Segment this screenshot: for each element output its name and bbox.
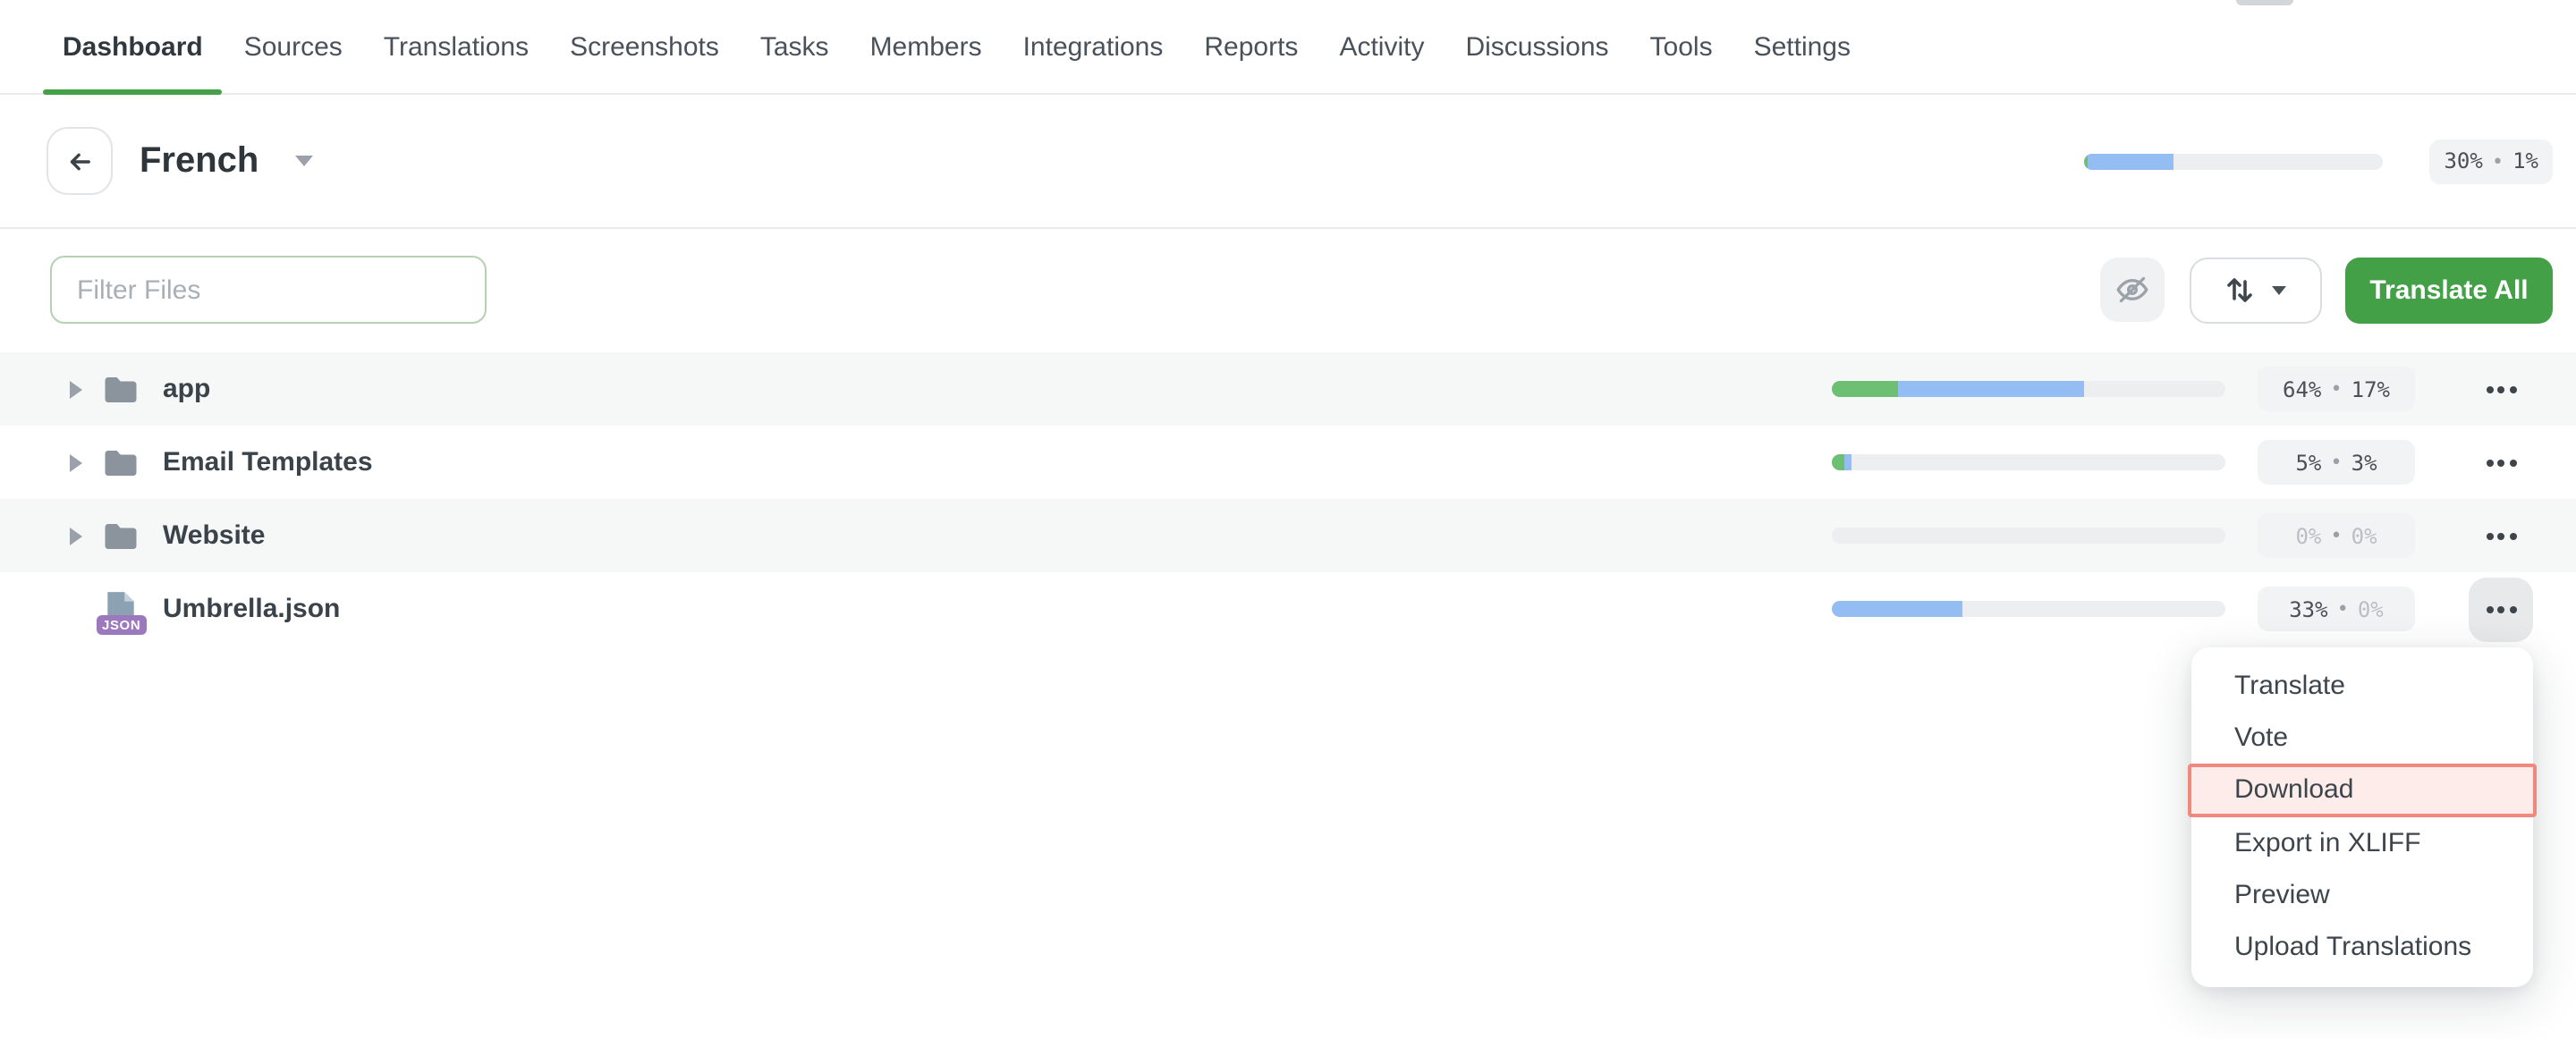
translated-percent: 33% (2289, 596, 2327, 621)
approved-percent: 3% (2351, 450, 2377, 475)
menu-item-upload-translations[interactable]: Upload Translations (2191, 921, 2533, 973)
language-progress-badge: 30% • 1% (2429, 139, 2553, 183)
nav-tab-reports[interactable]: Reports (1184, 0, 1318, 93)
file-progress-badge: 0% • 0% (2258, 513, 2415, 558)
menu-item-download[interactable]: Download (2191, 767, 2533, 814)
nav-tab-translations[interactable]: Translations (364, 0, 548, 93)
ellipsis-icon (2486, 385, 2516, 393)
translated-progress-segment (1899, 381, 2084, 397)
page-title: French (140, 140, 258, 182)
row-menu-button[interactable] (2469, 430, 2533, 494)
file-progress-badge: 33% • 0% (2258, 587, 2415, 631)
eye-off-icon (2114, 272, 2150, 308)
approved-percent: 0% (2358, 596, 2384, 621)
expand-folder-icon[interactable] (70, 453, 84, 471)
translated-percent: 5% (2295, 450, 2321, 475)
toggle-hidden-files-button[interactable] (2100, 258, 2165, 322)
menu-item-translate[interactable]: Translate (2191, 660, 2533, 712)
nav-tab-tools[interactable]: Tools (1631, 0, 1733, 93)
menu-item-preview[interactable]: Preview (2191, 869, 2533, 921)
dot-separator: • (2492, 149, 2504, 173)
sort-files-button[interactable] (2190, 257, 2322, 323)
translated-progress-segment (2088, 153, 2174, 169)
row-menu-button[interactable] (2469, 503, 2533, 568)
folder-icon (102, 512, 141, 559)
project-nav: Dashboard Sources Translations Screensho… (0, 0, 2576, 95)
row-menu-button[interactable] (2469, 357, 2533, 421)
file-name[interactable]: Email Templates (163, 447, 373, 477)
file-name[interactable]: Website (163, 520, 266, 551)
arrow-left-icon (64, 146, 95, 176)
project-dashboard-page: Dashboard Sources Translations Screensho… (0, 0, 2576, 1039)
approved-percent: 0% (2351, 523, 2377, 548)
nav-tab-settings[interactable]: Settings (1734, 0, 1870, 93)
dot-separator: • (2330, 451, 2342, 474)
dot-separator: • (2337, 597, 2349, 621)
sort-arrows-icon (2225, 274, 2254, 306)
menu-item-vote[interactable]: Vote (2191, 712, 2533, 764)
menu-item-export-xliff[interactable]: Export in XLIFF (2191, 817, 2533, 869)
file-row-app[interactable]: app 64% • 17% (0, 352, 2576, 426)
file-name[interactable]: Umbrella.json (163, 594, 340, 624)
files-toolbar: Translate All (0, 256, 2576, 324)
nav-tab-activity[interactable]: Activity (1319, 0, 1444, 93)
json-format-badge: JSON (97, 615, 146, 634)
dot-separator: • (2330, 524, 2342, 547)
file-row-website[interactable]: Website 0% • 0% (0, 499, 2576, 572)
file-row-email-templates[interactable]: Email Templates 5% • 3% (0, 426, 2576, 499)
translated-percent: 30% (2444, 148, 2482, 173)
file-progress-badge: 64% • 17% (2258, 367, 2415, 411)
approved-percent: 17% (2351, 376, 2390, 401)
expand-folder-icon[interactable] (70, 527, 84, 545)
file-name[interactable]: app (163, 374, 210, 404)
translated-progress-segment (1843, 454, 1852, 470)
file-row-umbrella-json[interactable]: JSON Umbrella.json 33% • 0% (0, 572, 2576, 646)
json-file-icon: JSON (102, 586, 141, 632)
translate-all-button[interactable]: Translate All (2345, 257, 2553, 323)
nav-tab-members[interactable]: Members (851, 0, 1002, 93)
chevron-down-icon[interactable] (294, 156, 312, 166)
ellipsis-icon (2486, 605, 2516, 612)
language-progress-bar (2084, 153, 2383, 169)
chevron-down-icon (2272, 285, 2286, 294)
file-list: app 64% • 17% Email Template (0, 352, 2576, 646)
translated-progress-segment (1832, 601, 1962, 617)
folder-icon (102, 439, 141, 486)
file-progress-badge: 5% • 3% (2258, 440, 2415, 485)
download-highlight-box: Download (2188, 764, 2537, 817)
file-context-menu: Translate Vote Download Export in XLIFF … (2191, 647, 2533, 987)
approved-progress-segment (1832, 381, 1899, 397)
file-progress-bar (1832, 454, 2225, 470)
row-menu-button-active[interactable] (2469, 577, 2533, 641)
filter-files-input[interactable] (50, 256, 487, 324)
nav-tab-discussions[interactable]: Discussions (1445, 0, 1628, 93)
folder-icon (102, 366, 141, 412)
language-header: French 30% • 1% (0, 95, 2576, 229)
nav-tab-integrations[interactable]: Integrations (1004, 0, 1183, 93)
back-button[interactable] (47, 127, 113, 195)
nav-tab-tasks[interactable]: Tasks (741, 0, 849, 93)
ellipsis-icon (2486, 532, 2516, 539)
nav-tab-screenshots[interactable]: Screenshots (550, 0, 739, 93)
ellipsis-icon (2486, 459, 2516, 466)
translated-percent: 0% (2295, 523, 2321, 548)
approved-percent: 1% (2512, 148, 2538, 173)
approved-progress-segment (1832, 454, 1843, 470)
file-progress-bar (1832, 381, 2225, 397)
file-progress-bar (1832, 601, 2225, 617)
dot-separator: • (2330, 377, 2342, 401)
file-progress-bar (1832, 528, 2225, 544)
nav-tab-sources[interactable]: Sources (225, 0, 362, 93)
translated-percent: 64% (2283, 376, 2321, 401)
expand-folder-icon[interactable] (70, 380, 84, 398)
nav-tab-dashboard[interactable]: Dashboard (43, 0, 223, 93)
